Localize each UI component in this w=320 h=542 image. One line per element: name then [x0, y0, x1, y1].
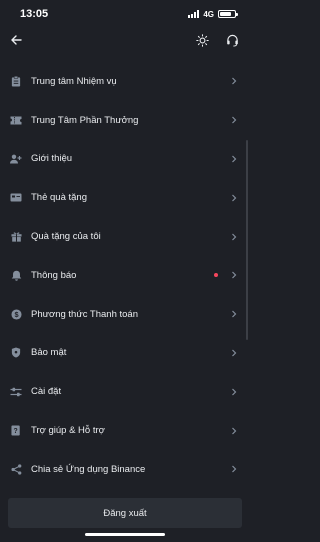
- menu-item-label: Chia sẻ Ứng dụng Binance: [31, 463, 146, 475]
- chevron-right-icon: [230, 155, 238, 163]
- chevron-right-icon: [230, 349, 238, 357]
- home-indicator: [85, 533, 165, 536]
- sun-icon[interactable]: [194, 32, 210, 48]
- scrollbar[interactable]: [246, 140, 248, 340]
- menu-item-label: Thông báo: [31, 269, 77, 281]
- add-user-icon: [10, 153, 22, 165]
- menu-item-settings[interactable]: Cài đặt: [0, 372, 250, 411]
- settings-menu: Trung tâm Nhiệm vụ Trung Tâm Phần Thưởng…: [0, 62, 250, 489]
- menu-item-referral[interactable]: Giới thiệu: [0, 140, 250, 179]
- clipboard-icon: [10, 75, 22, 87]
- status-bar: 13:05 4G: [0, 0, 250, 28]
- share-icon: [10, 463, 22, 475]
- menu-item-label: Phương thức Thanh toán: [31, 308, 138, 320]
- chevron-right-icon: [230, 310, 238, 318]
- menu-item-label: Bảo mật: [31, 347, 67, 359]
- logout-button[interactable]: Đăng xuất: [8, 498, 242, 528]
- logout-container: Đăng xuất: [0, 498, 250, 528]
- chevron-right-icon: [230, 427, 238, 435]
- help-doc-icon: ?: [10, 425, 22, 437]
- card-icon: [10, 192, 22, 204]
- menu-item-share-app[interactable]: Chia sẻ Ứng dụng Binance: [0, 450, 250, 489]
- signal-icon: [188, 10, 200, 18]
- menu-item-label: Trợ giúp & Hỗ trợ: [31, 425, 105, 437]
- back-arrow-icon[interactable]: [8, 32, 24, 48]
- menu-item-rewards-center[interactable]: Trung Tâm Phần Thưởng: [0, 101, 250, 140]
- menu-item-security[interactable]: Bảo mật: [0, 334, 250, 373]
- chevron-right-icon: [230, 465, 238, 473]
- bell-icon: [10, 269, 22, 281]
- sliders-icon: [10, 386, 22, 398]
- menu-item-notifications[interactable]: Thông báo: [0, 256, 250, 295]
- menu-item-my-gifts[interactable]: Quà tặng của tôi: [0, 217, 250, 256]
- battery-level: [220, 12, 231, 16]
- battery-icon: [218, 10, 238, 18]
- menu-item-label: Cài đặt: [31, 386, 62, 398]
- menu-item-label: Thẻ quà tặng: [31, 192, 87, 204]
- menu-item-label: Quà tặng của tôi: [31, 231, 101, 243]
- headset-icon[interactable]: [224, 32, 240, 48]
- network-type: 4G: [203, 9, 214, 19]
- dollar-icon: $: [10, 308, 22, 320]
- chevron-right-icon: [230, 116, 238, 124]
- ticket-icon: [10, 114, 22, 126]
- nav-bar: [0, 28, 250, 52]
- menu-item-help-support[interactable]: ? Trợ giúp & Hỗ trợ: [0, 411, 250, 450]
- menu-item-label: Trung Tâm Phần Thưởng: [31, 114, 139, 126]
- chevron-right-icon: [230, 233, 238, 241]
- chevron-right-icon: [230, 77, 238, 85]
- chevron-right-icon: [230, 388, 238, 396]
- status-indicators: 4G: [188, 9, 238, 19]
- svg-text:$: $: [14, 310, 18, 319]
- chevron-right-icon: [230, 271, 238, 279]
- menu-item-payment-methods[interactable]: $ Phương thức Thanh toán: [0, 295, 250, 334]
- chevron-right-icon: [230, 194, 238, 202]
- menu-item-gift-card[interactable]: Thẻ quà tặng: [0, 178, 250, 217]
- status-time: 13:05: [20, 8, 49, 20]
- menu-item-label: Trung tâm Nhiệm vụ: [31, 75, 117, 87]
- svg-text:?: ?: [13, 428, 17, 435]
- shield-icon: [10, 347, 22, 359]
- menu-item-task-center[interactable]: Trung tâm Nhiệm vụ: [0, 62, 250, 101]
- gift-icon: [10, 231, 22, 243]
- menu-item-label: Giới thiệu: [31, 153, 73, 165]
- notification-badge: [214, 273, 218, 278]
